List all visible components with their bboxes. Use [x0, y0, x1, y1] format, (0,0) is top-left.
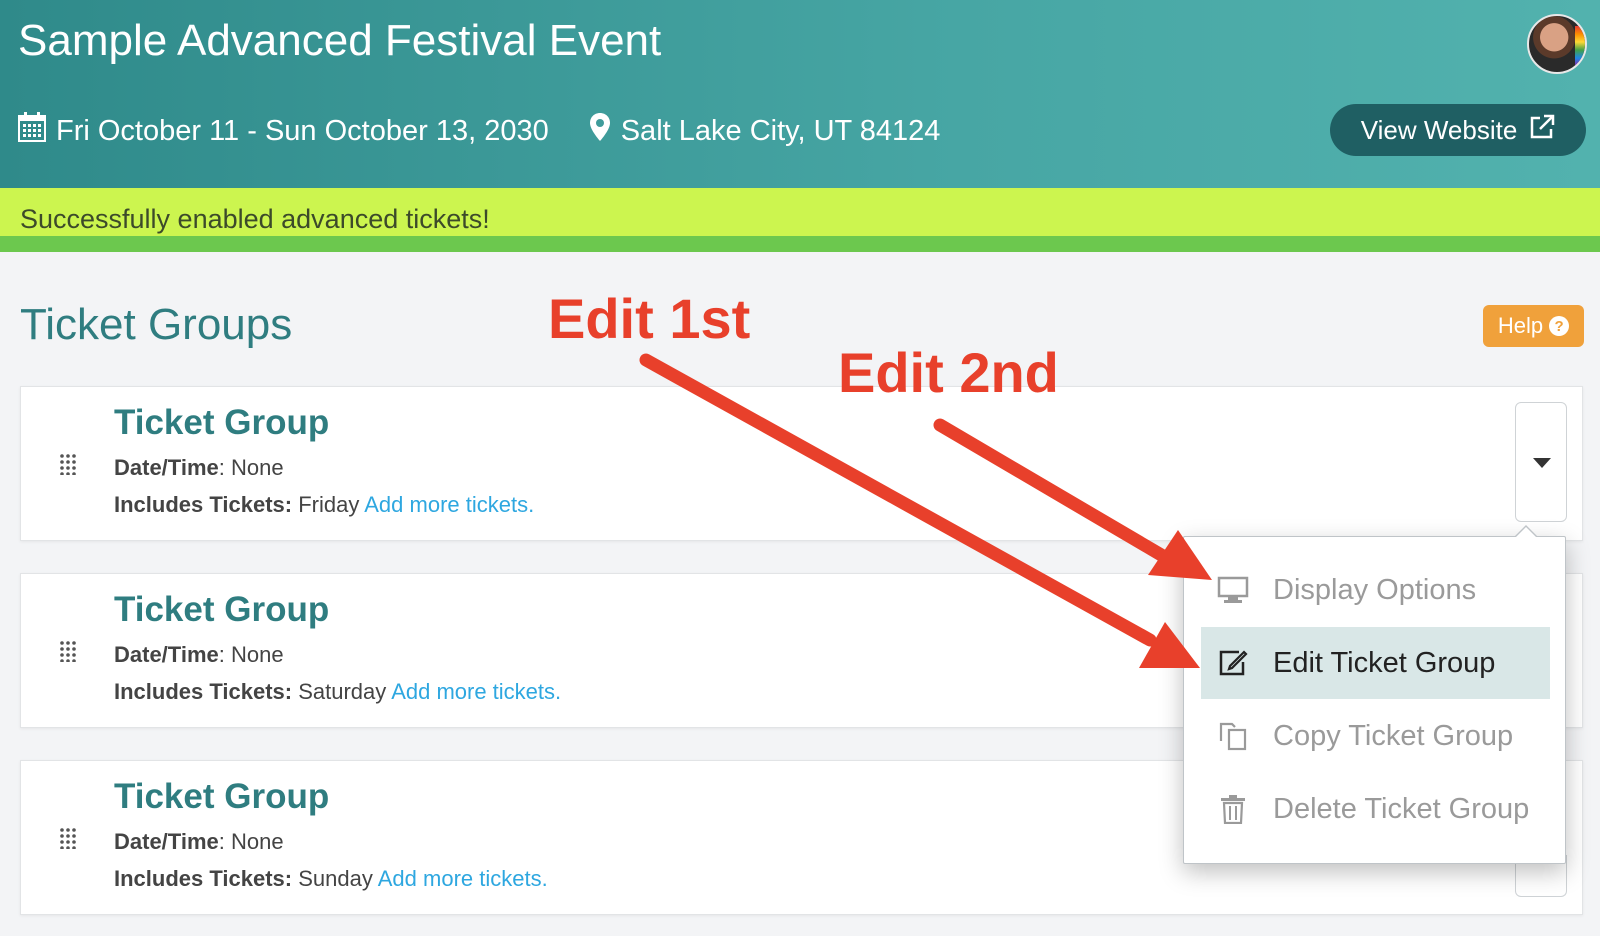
- success-alert: Successfully enabled advanced tickets!: [0, 188, 1600, 252]
- menu-item-label: Display Options: [1273, 573, 1477, 606]
- datetime-line: Date/Time: None: [114, 642, 284, 668]
- datetime-value: : None: [218, 455, 284, 480]
- annotation-edit-second: Edit 2nd: [838, 341, 1059, 404]
- drag-handle-icon[interactable]: [59, 827, 77, 854]
- view-website-button[interactable]: View Website: [1330, 104, 1586, 156]
- add-more-tickets-link[interactable]: Add more tickets.: [364, 492, 534, 517]
- includes-label: Includes Tickets:: [114, 492, 293, 517]
- event-dates: Fri October 11 - Sun October 13, 2030: [56, 114, 549, 147]
- add-more-tickets-link[interactable]: Add more tickets.: [378, 866, 548, 891]
- help-label: Help: [1497, 313, 1544, 338]
- actions-dropdown-toggle[interactable]: [1515, 402, 1567, 522]
- calendar-icon: [18, 112, 46, 150]
- includes-value: Sunday: [292, 866, 378, 891]
- includes-line: Includes Tickets: Sunday Add more ticket…: [114, 866, 548, 892]
- user-avatar[interactable]: [1527, 14, 1587, 74]
- menu-item-edit-ticket-group[interactable]: Edit Ticket Group: [1201, 627, 1550, 699]
- includes-line: Includes Tickets: Friday Add more ticket…: [114, 492, 534, 518]
- ticket-group-title[interactable]: Ticket Group: [114, 403, 329, 443]
- includes-value: Saturday: [292, 679, 392, 704]
- monitor-icon: [1215, 576, 1251, 604]
- datetime-label: Date/Time: [114, 642, 219, 667]
- page-title: Ticket Groups: [20, 300, 293, 349]
- datetime-label: Date/Time: [114, 829, 219, 854]
- menu-item-label: Delete Ticket Group: [1273, 792, 1530, 825]
- datetime-line: Date/Time: None: [114, 829, 284, 855]
- ticket-group-card: Ticket Group Date/Time: None Includes Ti…: [20, 386, 1583, 541]
- datetime-value: : None: [218, 642, 284, 667]
- view-website-label: View Website: [1360, 114, 1518, 145]
- includes-label: Includes Tickets:: [114, 866, 293, 891]
- annotation-edit-first: Edit 1st: [548, 287, 751, 350]
- ticket-group-title[interactable]: Ticket Group: [114, 777, 329, 817]
- event-title: Sample Advanced Festival Event: [18, 16, 662, 65]
- alert-message: Successfully enabled advanced tickets!: [20, 204, 490, 234]
- includes-value: Friday: [292, 492, 365, 517]
- map-pin-icon: [589, 112, 611, 150]
- menu-item-copy-ticket-group[interactable]: Copy Ticket Group: [1201, 700, 1550, 772]
- external-link-icon: [1529, 114, 1555, 147]
- event-location: Salt Lake City, UT 84124: [620, 114, 941, 147]
- drag-handle-icon[interactable]: [59, 453, 77, 480]
- menu-item-delete-ticket-group[interactable]: Delete Ticket Group: [1201, 773, 1550, 845]
- actions-dropdown-menu: Display Options Edit Ticket Group Copy T…: [1183, 525, 1566, 864]
- caret-down-icon: [1533, 458, 1551, 468]
- add-more-tickets-link[interactable]: Add more tickets.: [391, 679, 561, 704]
- event-header: Sample Advanced Festival Event Fri Octob…: [0, 0, 1600, 188]
- includes-label: Includes Tickets:: [114, 679, 293, 704]
- datetime-line: Date/Time: None: [114, 455, 284, 481]
- menu-item-label: Edit Ticket Group: [1273, 646, 1496, 679]
- datetime-value: : None: [218, 829, 284, 854]
- menu-item-display-options[interactable]: Display Options: [1201, 554, 1550, 626]
- ticket-group-title[interactable]: Ticket Group: [114, 590, 329, 630]
- trash-icon: [1215, 794, 1251, 824]
- question-icon: ?: [1549, 316, 1570, 336]
- datetime-label: Date/Time: [114, 455, 219, 480]
- menu-item-label: Copy Ticket Group: [1273, 719, 1514, 752]
- edit-icon: [1215, 648, 1251, 678]
- copy-icon: [1215, 721, 1251, 751]
- event-meta: Fri October 11 - Sun October 13, 2030 Sa…: [18, 112, 940, 150]
- drag-handle-icon[interactable]: [59, 640, 77, 667]
- includes-line: Includes Tickets: Saturday Add more tick…: [114, 679, 561, 705]
- help-button[interactable]: Help ?: [1483, 305, 1584, 347]
